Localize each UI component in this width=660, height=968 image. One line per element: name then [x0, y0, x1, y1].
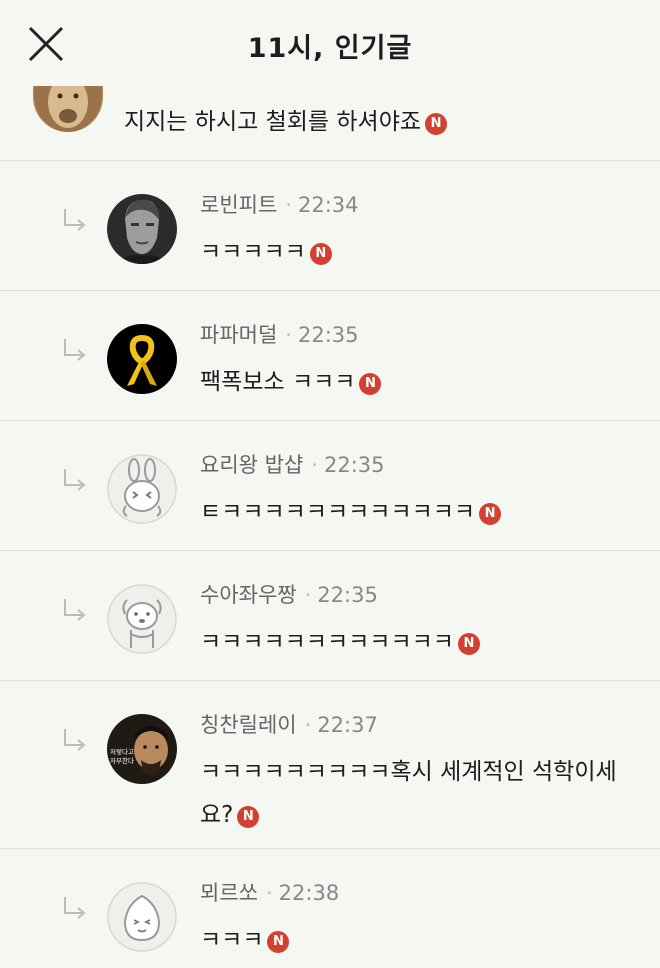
new-badge: N [457, 633, 480, 655]
timestamp: 22:35 [297, 323, 359, 347]
reply-item[interactable]: 로빈피트 · 22:34 ㅋㅋㅋㅋㅋ N [0, 161, 660, 291]
drama-still-avatar[interactable]: 저렇다고 자부한다 [107, 714, 177, 784]
timestamp: 22:35 [317, 583, 378, 607]
reply-meta: 로빈피트 · 22:34 [200, 189, 359, 219]
new-badge: N [237, 806, 260, 828]
new-badge: N [359, 373, 382, 395]
reply-arrow-icon [64, 469, 86, 491]
reply-item[interactable]: 요리왕 밥샵 · 22:35 ㅌㅋㅋㅋㅋㅋㅋㅋㅋㅋㅋㅋㅋ N [0, 421, 660, 551]
author-name[interactable]: 로빈피트 [200, 193, 277, 217]
reply-item[interactable]: 저렇다고 자부한다 칭찬릴레이 · 22:37 ㅋㅋㅋㅋㅋㅋㅋㅋㅋ혹시 세계적인 석… [0, 681, 660, 849]
svg-text:자부한다: 자부한다 [110, 756, 134, 765]
reply-body: ㅌㅋㅋㅋㅋㅋㅋㅋㅋㅋㅋㅋㅋ N [200, 491, 630, 534]
separator-dot: · [304, 583, 312, 607]
reply-item[interactable]: 뫼르쏘 · 22:38 ㅋㅋㅋ N [0, 849, 660, 968]
author-name[interactable]: 요리왕 밥샵 [200, 453, 303, 477]
svg-text:저렇다고: 저렇다고 [110, 747, 134, 756]
bw-portrait-avatar[interactable] [107, 194, 177, 264]
comment-body: 지지는 하시고 철회를 하셔야죠 [124, 109, 422, 135]
parent-comment[interactable]: 지지는 하시고 철회를 하셔야죠 N [0, 74, 660, 161]
reply-meta: 파파머덜 · 22:35 [200, 319, 359, 349]
comment-text: ㅌㅋㅋㅋㅋㅋㅋㅋㅋㅋㅋㅋㅋ [200, 499, 476, 525]
reply-body: 팩폭보소 ㅋㅋㅋ N [200, 361, 630, 404]
comment-list: 지지는 하시고 철회를 하셔야죠N 로빈피트·22:34 ㅋㅋㅋㅋㅋN [0, 74, 660, 968]
reply-arrow-icon [64, 729, 86, 751]
reply-item[interactable]: 파파머덜 · 22:35 팩폭보소 ㅋㅋㅋ N [0, 291, 660, 421]
comment-text: 팩폭보소 ㅋㅋㅋ [200, 369, 356, 395]
parent-comment-text: 지지는 하시고 철회를 하셔야죠 N [124, 102, 448, 136]
timestamp: 22:38 [278, 881, 340, 905]
timestamp: 22:34 [297, 193, 359, 217]
new-badge: N [479, 503, 502, 525]
new-badge: N [309, 243, 332, 265]
author-name[interactable]: 파파머덜 [200, 323, 277, 347]
peach-default-avatar[interactable] [107, 882, 177, 952]
new-badge: N [267, 931, 290, 953]
yellow-ribbon-avatar[interactable] [107, 324, 177, 394]
separator-dot: · [311, 453, 318, 477]
comment-text: ㅋㅋㅋㅋㅋㅋㅋㅋㅋㅋㅋㅋ [200, 629, 454, 655]
reply-meta: 수아좌우짱 · 22:35 [200, 579, 378, 609]
timestamp: 22:37 [317, 713, 378, 737]
new-badge: N [425, 113, 448, 135]
page-title: 11시, 인기글 [247, 33, 413, 64]
author-name[interactable]: 수아좌우짱 [200, 583, 297, 607]
top-bar: 11시, 인기글 [0, 0, 660, 86]
author-name[interactable]: 칭찬릴레이 [200, 713, 297, 737]
comment-text: ㅋㅋㅋㅋㅋ [200, 239, 306, 265]
reply-arrow-icon [64, 339, 86, 361]
reply-meta: 요리왕 밥샵 · 22:35 [200, 449, 385, 479]
reply-arrow-icon [64, 599, 86, 621]
reply-arrow-icon [64, 209, 86, 231]
reply-arrow-icon [64, 897, 86, 919]
separator-dot: · [265, 881, 273, 905]
separator-dot: · [285, 193, 292, 217]
reply-body: ㅋㅋㅋ N [200, 919, 630, 962]
comment-text: ㅋㅋㅋㅋㅋㅋㅋㅋㅋ혹시 세계적인 석학이세요? [200, 759, 617, 828]
separator-dot: · [304, 713, 312, 737]
timestamp: 22:35 [323, 453, 385, 477]
reply-body: ㅋㅋㅋㅋㅋㅋㅋㅋㅋㅋㅋㅋ N [200, 621, 630, 664]
reply-meta: 뫼르쏘 · 22:38 [200, 877, 339, 907]
reply-body: ㅋㅋㅋㅋㅋㅋㅋㅋㅋ혹시 세계적인 석학이세요? N [200, 751, 630, 837]
rabbit-default-avatar[interactable] [107, 454, 177, 524]
dog-default-avatar[interactable] [107, 584, 177, 654]
author-name[interactable]: 뫼르쏘 [200, 881, 258, 905]
comment-text: ㅋㅋㅋ [200, 927, 264, 953]
separator-dot: · [285, 323, 292, 347]
reply-body: ㅋㅋㅋㅋㅋ N [200, 231, 630, 274]
reply-item[interactable]: 수아좌우짱 · 22:35 ㅋㅋㅋㅋㅋㅋㅋㅋㅋㅋㅋㅋ N [0, 551, 660, 681]
reply-meta: 칭찬릴레이 · 22:37 [200, 709, 378, 739]
